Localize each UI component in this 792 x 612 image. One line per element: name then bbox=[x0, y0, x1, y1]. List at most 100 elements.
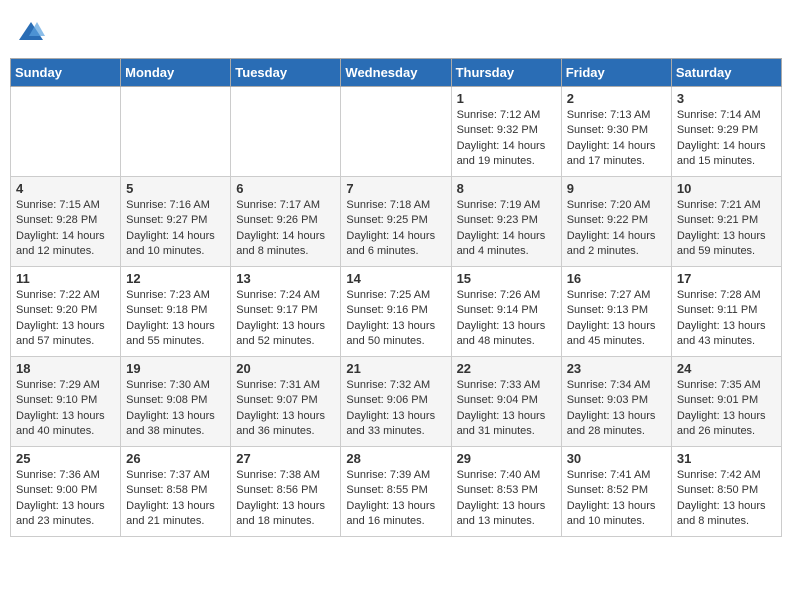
day-number: 17 bbox=[677, 271, 776, 286]
day-number: 28 bbox=[346, 451, 445, 466]
day-number: 11 bbox=[16, 271, 115, 286]
calendar-cell: 2Sunrise: 7:13 AM Sunset: 9:30 PM Daylig… bbox=[561, 87, 671, 177]
day-number: 16 bbox=[567, 271, 666, 286]
calendar-cell: 24Sunrise: 7:35 AM Sunset: 9:01 PM Dayli… bbox=[671, 357, 781, 447]
calendar-cell: 23 Sunrise: 7:34 AM Sunset: 9:03 PM Dayli… bbox=[561, 357, 671, 447]
day-info: Sunrise: 7:27 AM Sunset: 9:13 PM Dayligh… bbox=[567, 288, 666, 350]
day-info: Sunrise: 7:14 AM Sunset: 9:29 PM Dayligh… bbox=[677, 108, 776, 170]
calendar-cell: 25 Sunrise: 7:36 AM Sunset: 9:00 PM Dayli… bbox=[11, 447, 121, 537]
week-row-5: 25 Sunrise: 7:36 AM Sunset: 9:00 PM Dayli… bbox=[11, 447, 782, 537]
day-number: 30 bbox=[567, 451, 666, 466]
day-number: 14 bbox=[346, 271, 445, 286]
calendar-cell bbox=[341, 87, 451, 177]
calendar-cell: 16 Sunrise: 7:27 AM Sunset: 9:13 PM Dayli… bbox=[561, 267, 671, 357]
day-number: 9 bbox=[567, 181, 666, 196]
calendar-cell: 1 Sunrise: 7:12 AM Sunset: 9:32 PM Daylig… bbox=[451, 87, 561, 177]
calendar-cell: 27 Sunrise: 7:38 AM Sunset: 8:56 PM Dayli… bbox=[231, 447, 341, 537]
calendar-cell: 11 Sunrise: 7:22 AM Sunset: 9:20 PM Dayli… bbox=[11, 267, 121, 357]
week-row-2: 4 Sunrise: 7:15 AM Sunset: 9:28 PM Daylig… bbox=[11, 177, 782, 267]
day-info: Sunrise: 7:18 AM Sunset: 9:25 PM Dayligh… bbox=[346, 198, 445, 260]
day-info: Sunrise: 7:33 AM Sunset: 9:04 PM Dayligh… bbox=[457, 378, 556, 440]
day-number: 25 bbox=[16, 451, 115, 466]
day-info: Sunrise: 7:32 AM Sunset: 9:06 PM Dayligh… bbox=[346, 378, 445, 440]
header bbox=[10, 10, 782, 50]
day-info: Sunrise: 7:15 AM Sunset: 9:28 PM Dayligh… bbox=[16, 198, 115, 260]
day-number: 19 bbox=[126, 361, 225, 376]
header-row: SundayMondayTuesdayWednesdayThursdayFrid… bbox=[11, 59, 782, 87]
day-info: Sunrise: 7:26 AM Sunset: 9:14 PM Dayligh… bbox=[457, 288, 556, 350]
calendar-cell: 6 Sunrise: 7:17 AM Sunset: 9:26 PM Daylig… bbox=[231, 177, 341, 267]
day-number: 12 bbox=[126, 271, 225, 286]
day-info: Sunrise: 7:24 AM Sunset: 9:17 PM Dayligh… bbox=[236, 288, 335, 350]
day-info: Sunrise: 7:37 AM Sunset: 8:58 PM Dayligh… bbox=[126, 468, 225, 530]
day-number: 22 bbox=[457, 361, 556, 376]
calendar-cell bbox=[231, 87, 341, 177]
day-info: Sunrise: 7:38 AM Sunset: 8:56 PM Dayligh… bbox=[236, 468, 335, 530]
calendar-cell: 31Sunrise: 7:42 AM Sunset: 8:50 PM Dayli… bbox=[671, 447, 781, 537]
day-number: 13 bbox=[236, 271, 335, 286]
calendar-cell: 19 Sunrise: 7:30 AM Sunset: 9:08 PM Dayli… bbox=[121, 357, 231, 447]
weekday-header-sunday: Sunday bbox=[11, 59, 121, 87]
weekday-header-monday: Monday bbox=[121, 59, 231, 87]
logo bbox=[14, 18, 45, 46]
day-number: 1 bbox=[457, 91, 556, 106]
day-info: Sunrise: 7:23 AM Sunset: 9:18 PM Dayligh… bbox=[126, 288, 225, 350]
calendar-table: SundayMondayTuesdayWednesdayThursdayFrid… bbox=[10, 58, 782, 537]
day-info: Sunrise: 7:40 AM Sunset: 8:53 PM Dayligh… bbox=[457, 468, 556, 530]
week-row-1: 1 Sunrise: 7:12 AM Sunset: 9:32 PM Daylig… bbox=[11, 87, 782, 177]
day-number: 5 bbox=[126, 181, 225, 196]
calendar-cell: 9Sunrise: 7:20 AM Sunset: 9:22 PM Daylig… bbox=[561, 177, 671, 267]
day-number: 7 bbox=[346, 181, 445, 196]
day-info: Sunrise: 7:13 AM Sunset: 9:30 PM Dayligh… bbox=[567, 108, 666, 170]
week-row-3: 11 Sunrise: 7:22 AM Sunset: 9:20 PM Dayli… bbox=[11, 267, 782, 357]
calendar-cell: 4 Sunrise: 7:15 AM Sunset: 9:28 PM Daylig… bbox=[11, 177, 121, 267]
day-number: 23 bbox=[567, 361, 666, 376]
day-number: 26 bbox=[126, 451, 225, 466]
day-info: Sunrise: 7:39 AM Sunset: 8:55 PM Dayligh… bbox=[346, 468, 445, 530]
day-info: Sunrise: 7:30 AM Sunset: 9:08 PM Dayligh… bbox=[126, 378, 225, 440]
day-number: 6 bbox=[236, 181, 335, 196]
calendar-cell: 20 Sunrise: 7:31 AM Sunset: 9:07 PM Dayli… bbox=[231, 357, 341, 447]
day-number: 21 bbox=[346, 361, 445, 376]
calendar-cell: 7 Sunrise: 7:18 AM Sunset: 9:25 PM Daylig… bbox=[341, 177, 451, 267]
day-info: Sunrise: 7:41 AM Sunset: 8:52 PM Dayligh… bbox=[567, 468, 666, 530]
day-info: Sunrise: 7:16 AM Sunset: 9:27 PM Dayligh… bbox=[126, 198, 225, 260]
day-number: 18 bbox=[16, 361, 115, 376]
day-number: 15 bbox=[457, 271, 556, 286]
day-number: 8 bbox=[457, 181, 556, 196]
day-info: Sunrise: 7:29 AM Sunset: 9:10 PM Dayligh… bbox=[16, 378, 115, 440]
day-info: Sunrise: 7:34 AM Sunset: 9:03 PM Dayligh… bbox=[567, 378, 666, 440]
day-info: Sunrise: 7:12 AM Sunset: 9:32 PM Dayligh… bbox=[457, 108, 556, 170]
day-info: Sunrise: 7:42 AM Sunset: 8:50 PM Dayligh… bbox=[677, 468, 776, 530]
day-number: 3 bbox=[677, 91, 776, 106]
weekday-header-tuesday: Tuesday bbox=[231, 59, 341, 87]
calendar-cell: 17Sunrise: 7:28 AM Sunset: 9:11 PM Dayli… bbox=[671, 267, 781, 357]
calendar-cell: 5 Sunrise: 7:16 AM Sunset: 9:27 PM Daylig… bbox=[121, 177, 231, 267]
day-number: 29 bbox=[457, 451, 556, 466]
calendar-cell bbox=[11, 87, 121, 177]
weekday-header-thursday: Thursday bbox=[451, 59, 561, 87]
calendar-cell: 15 Sunrise: 7:26 AM Sunset: 9:14 PM Dayli… bbox=[451, 267, 561, 357]
day-number: 27 bbox=[236, 451, 335, 466]
calendar-cell: 30 Sunrise: 7:41 AM Sunset: 8:52 PM Dayli… bbox=[561, 447, 671, 537]
day-info: Sunrise: 7:31 AM Sunset: 9:07 PM Dayligh… bbox=[236, 378, 335, 440]
day-info: Sunrise: 7:21 AM Sunset: 9:21 PM Dayligh… bbox=[677, 198, 776, 260]
day-info: Sunrise: 7:25 AM Sunset: 9:16 PM Dayligh… bbox=[346, 288, 445, 350]
day-number: 20 bbox=[236, 361, 335, 376]
day-info: Sunrise: 7:17 AM Sunset: 9:26 PM Dayligh… bbox=[236, 198, 335, 260]
calendar-cell bbox=[121, 87, 231, 177]
calendar-cell: 18 Sunrise: 7:29 AM Sunset: 9:10 PM Dayli… bbox=[11, 357, 121, 447]
day-info: Sunrise: 7:19 AM Sunset: 9:23 PM Dayligh… bbox=[457, 198, 556, 260]
day-info: Sunrise: 7:36 AM Sunset: 9:00 PM Dayligh… bbox=[16, 468, 115, 530]
weekday-header-friday: Friday bbox=[561, 59, 671, 87]
day-info: Sunrise: 7:35 AM Sunset: 9:01 PM Dayligh… bbox=[677, 378, 776, 440]
calendar-cell: 14 Sunrise: 7:25 AM Sunset: 9:16 PM Dayli… bbox=[341, 267, 451, 357]
calendar-cell: 26 Sunrise: 7:37 AM Sunset: 8:58 PM Dayli… bbox=[121, 447, 231, 537]
calendar-cell: 3 Sunrise: 7:14 AM Sunset: 9:29 PM Daylig… bbox=[671, 87, 781, 177]
weekday-header-saturday: Saturday bbox=[671, 59, 781, 87]
calendar-cell: 8 Sunrise: 7:19 AM Sunset: 9:23 PM Daylig… bbox=[451, 177, 561, 267]
logo-icon bbox=[17, 18, 45, 46]
day-number: 4 bbox=[16, 181, 115, 196]
day-info: Sunrise: 7:22 AM Sunset: 9:20 PM Dayligh… bbox=[16, 288, 115, 350]
calendar-cell: 10Sunrise: 7:21 AM Sunset: 9:21 PM Dayli… bbox=[671, 177, 781, 267]
